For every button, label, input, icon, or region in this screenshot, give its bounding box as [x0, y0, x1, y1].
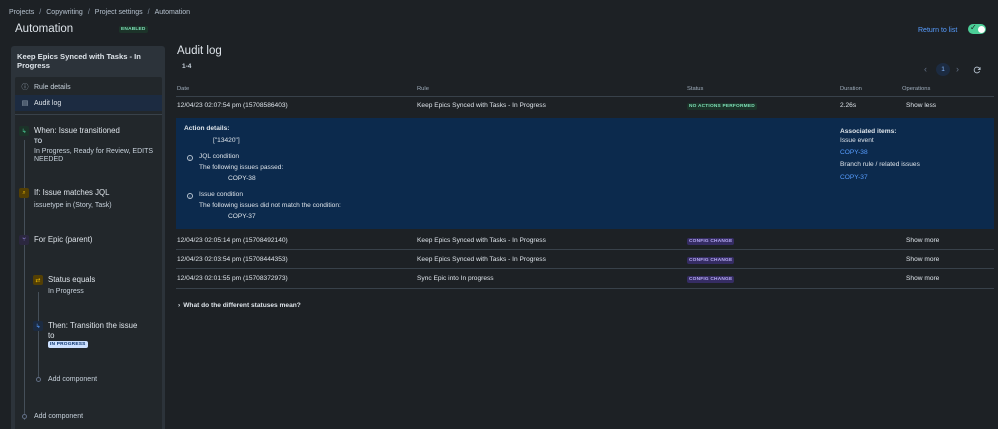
- col-status: Status: [687, 86, 704, 92]
- add-component-dot: [35, 377, 41, 382]
- associated-items-heading: Associated items:: [840, 128, 897, 135]
- audit-log-title: Audit log: [177, 45, 222, 57]
- breadcrumb: Projects / Copywriting / Project settings / Au…: [9, 9, 191, 16]
- jql-condition-text: The following issues passed:: [199, 164, 284, 171]
- col-operations: Operations: [902, 86, 931, 92]
- document-icon: ▤: [21, 100, 29, 107]
- issue-condition-title: Issue condition: [199, 191, 243, 198]
- menu-rule-details-label: Rule details: [34, 83, 71, 91]
- search-icon: ⌕: [19, 188, 29, 198]
- menu-audit-log[interactable]: ▤ Audit log: [15, 95, 162, 111]
- status-faq-toggle[interactable]: › What do the different statuses mean?: [178, 302, 301, 309]
- col-rule: Rule: [417, 86, 429, 92]
- return-to-list-link[interactable]: Return to list: [918, 27, 957, 34]
- menu-rule-details[interactable]: ⓘ Rule details: [15, 79, 162, 95]
- row-4-date: 12/04/23 02:01:55 pm (15708372973): [177, 275, 288, 282]
- row-1-show-less-button[interactable]: Show less: [906, 102, 936, 109]
- row-3-status-badge: CONFIG CHANGE: [687, 257, 735, 264]
- row-3-rule: Keep Epics Synced with Tasks - In Progre…: [417, 256, 546, 263]
- chevron-left-icon[interactable]: ‹: [924, 64, 927, 74]
- trigger-to-value-2: NEEDED: [34, 156, 64, 163]
- row-divider: [176, 288, 994, 289]
- chevron-right-icon: ›: [178, 302, 181, 309]
- add-component-inner[interactable]: Add component: [48, 376, 97, 383]
- issue-condition-text: The following issues did not match the c…: [199, 202, 341, 209]
- breadcrumb-copywriting[interactable]: Copywriting: [46, 9, 83, 16]
- row-2-date: 12/04/23 02:05:14 pm (15708492140): [177, 237, 288, 244]
- status-condition-title[interactable]: Status equals: [48, 275, 95, 284]
- rule-enabled-toggle[interactable]: ✓: [968, 23, 986, 34]
- action-title-2: to: [48, 331, 55, 340]
- rule-title: Keep Epics Synced with Tasks - In Progre…: [17, 52, 141, 70]
- flow-line: [24, 140, 25, 420]
- action-details-value: ["13420"]: [213, 137, 240, 144]
- row-1-duration: 2.26s: [840, 102, 857, 109]
- enabled-badge: ENABLED: [119, 26, 148, 33]
- jql-condition-issue: COPY-38: [228, 175, 256, 182]
- row-4-status-badge: CONFIG CHANGE: [687, 276, 735, 283]
- breadcrumb-projects[interactable]: Projects: [9, 9, 34, 16]
- trigger-icon: ↳: [19, 126, 29, 136]
- branch-icon: ⑂: [19, 235, 29, 245]
- associated-issue-event: Issue event: [840, 137, 874, 144]
- transition-icon: ↳: [33, 321, 43, 331]
- divider: [15, 114, 162, 115]
- jql-condition-title: JQL condition: [199, 153, 240, 160]
- condition-title[interactable]: If: Issue matches JQL: [34, 188, 109, 197]
- status-faq-label: What do the different statuses mean?: [183, 302, 301, 309]
- row-4-rule: Sync Epic into In progress: [417, 275, 494, 282]
- row-1-status-badge: NO ACTIONS PERFORMED: [687, 103, 757, 110]
- breadcrumb-project-settings[interactable]: Project settings: [95, 9, 143, 16]
- row-2-rule: Keep Epics Synced with Tasks - In Progre…: [417, 237, 546, 244]
- trigger-title[interactable]: When: Issue transitioned: [34, 126, 120, 135]
- row-3-show-more-button[interactable]: Show more: [906, 256, 939, 263]
- col-duration: Duration: [840, 86, 862, 92]
- info-icon: ⓘ: [21, 84, 29, 91]
- condition-value: issuetype in (Story, Task): [34, 202, 112, 209]
- add-component-dot-outer: [21, 414, 27, 419]
- info-icon: i: [187, 155, 193, 161]
- refresh-icon[interactable]: [973, 66, 981, 74]
- chevron-right-icon[interactable]: ›: [956, 64, 959, 74]
- status-condition-icon: ⇄: [33, 275, 43, 285]
- add-component-outer[interactable]: Add component: [34, 413, 83, 420]
- in-progress-badge: IN PROGRESS: [48, 341, 88, 348]
- toggle-knob: [977, 25, 985, 33]
- row-2-show-more-button[interactable]: Show more: [906, 237, 939, 244]
- associated-branch-rule: Branch rule / related issues: [840, 161, 920, 168]
- page-1-button[interactable]: 1: [936, 63, 950, 76]
- breadcrumb-automation[interactable]: Automation: [155, 9, 190, 16]
- header-divider: [176, 96, 994, 97]
- branch-flow-line: [38, 292, 39, 380]
- row-3-date: 12/04/23 02:03:54 pm (15708444353): [177, 256, 288, 263]
- row-2-status-badge: CONFIG CHANGE: [687, 238, 735, 245]
- result-range: 1-4: [182, 63, 192, 70]
- check-icon: ✓: [970, 23, 977, 32]
- row-1-date: 12/04/23 02:07:54 pm (15708586403): [177, 102, 288, 109]
- menu-audit-log-label: Audit log: [34, 99, 62, 107]
- trigger-to-label: TO: [34, 139, 43, 145]
- row-4-show-more-button[interactable]: Show more: [906, 275, 939, 282]
- info-icon: i: [187, 193, 193, 199]
- action-title[interactable]: Then: Transition the issue: [48, 321, 137, 330]
- status-condition-value: In Progress: [48, 288, 84, 295]
- col-date: Date: [177, 86, 190, 92]
- associated-link-copy-38[interactable]: COPY-38: [840, 149, 868, 156]
- row-1-rule: Keep Epics Synced with Tasks - In Progre…: [417, 102, 546, 109]
- associated-link-copy-37[interactable]: COPY-37: [840, 174, 868, 181]
- branch-title[interactable]: For Epic (parent): [34, 235, 93, 244]
- trigger-to-value: In Progress, Ready for Review, EDITS: [34, 148, 154, 155]
- row-divider: [176, 249, 994, 250]
- issue-condition-issue: COPY-37: [228, 213, 256, 220]
- action-details-heading: Action details:: [184, 125, 230, 132]
- row-divider: [176, 268, 994, 269]
- page-title: Automation: [15, 23, 74, 35]
